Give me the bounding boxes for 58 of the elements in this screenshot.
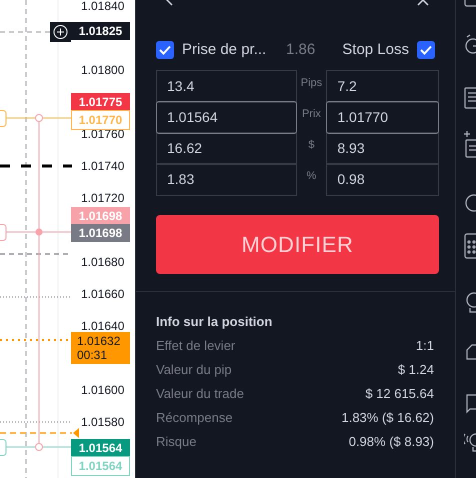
axis-label: 1.01800 xyxy=(81,63,124,77)
checkbox-label: Prise de pr... xyxy=(182,40,266,60)
axis-label: 1.01840 xyxy=(81,0,124,13)
line-handle[interactable] xyxy=(0,439,6,456)
input-field[interactable]: 1.83 xyxy=(156,163,296,196)
info-label: Effet de levier xyxy=(156,336,236,355)
price-label: 1.01775 xyxy=(71,93,130,111)
info-value: $ 12 615.64 xyxy=(365,384,434,403)
price-label: 1.01698 xyxy=(71,224,130,242)
price-line xyxy=(0,432,72,434)
line-handle[interactable] xyxy=(0,224,6,241)
info-label: Récompense xyxy=(156,408,233,427)
price-line xyxy=(0,296,72,298)
input-field[interactable]: 16.62 xyxy=(156,132,296,165)
input-field[interactable]: 1.01564 xyxy=(156,101,296,134)
info-value: 1:1 xyxy=(416,336,434,355)
axis-label: 1.01660 xyxy=(81,287,124,301)
field-label: Pips xyxy=(300,76,322,91)
input-field[interactable]: 0.98 xyxy=(326,163,439,196)
line-point[interactable] xyxy=(36,228,42,236)
field-label: % xyxy=(306,169,316,184)
input-field[interactable]: 8.93 xyxy=(326,132,439,165)
line-point[interactable] xyxy=(35,443,43,451)
price-label: 1.01564 xyxy=(71,439,130,457)
price-line xyxy=(0,164,72,168)
price-label: 1.01564 xyxy=(71,456,130,476)
line-point[interactable] xyxy=(35,114,43,122)
axis-label: 1.01580 xyxy=(81,415,124,429)
price-label: 1.01632 00:31 xyxy=(71,332,130,364)
checkbox-label: Stop Loss xyxy=(342,40,409,60)
section-title: Info sur la position xyxy=(156,313,274,331)
axis-label: 1.01680 xyxy=(81,255,124,269)
axis-label: 1.01740 xyxy=(81,159,124,173)
axis-label: 1.01760 xyxy=(81,127,124,141)
line-handle[interactable] xyxy=(0,110,6,127)
stop-loss-line xyxy=(6,446,72,448)
input-field[interactable]: 1.01770 xyxy=(326,101,439,134)
info-value: 1.83% ($ 16.62) xyxy=(341,408,434,427)
checkbox[interactable] xyxy=(156,41,174,59)
price-label: 1.01825 xyxy=(71,22,130,40)
input-field[interactable]: 13.4 xyxy=(156,70,296,103)
info-value: $ 1.24 xyxy=(398,360,434,379)
axis-label: 1.01720 xyxy=(81,191,124,205)
price-marker-icon xyxy=(73,428,79,438)
field-label: Prix xyxy=(302,107,321,122)
axis-label: 1.01640 xyxy=(81,319,124,333)
price-label: 1.01770 xyxy=(71,110,130,130)
price-label: 1.01698 xyxy=(71,207,130,225)
info-label: Risque xyxy=(156,432,196,451)
info-label: Valeur du pip xyxy=(156,360,232,379)
info-label: Valeur du trade xyxy=(156,384,244,403)
axis-label: 1.01600 xyxy=(81,383,124,397)
info-value: 0.98% ($ 8.93) xyxy=(348,432,434,451)
input-field[interactable]: 7.2 xyxy=(326,70,439,103)
risk-reward-ratio: 1.86 xyxy=(286,40,316,60)
plus-icon[interactable] xyxy=(50,22,71,42)
checkbox[interactable] xyxy=(417,41,435,59)
field-label: $ xyxy=(308,138,314,153)
